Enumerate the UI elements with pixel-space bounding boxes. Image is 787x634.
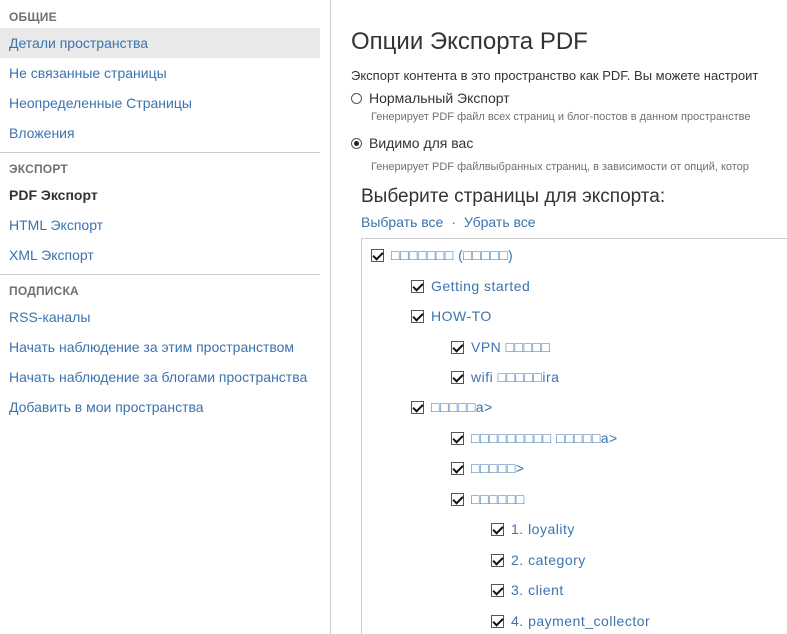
tree-item-checkbox[interactable] [451, 370, 464, 384]
sidebar-divider [330, 0, 331, 634]
space-admin-page: ОБЩИЕ Детали пространства Не связанные стр… [0, 0, 787, 634]
tree-item-link[interactable]: VPN □□□□□ [471, 339, 550, 355]
tree-item-checkbox[interactable] [451, 340, 464, 354]
link-separator: · [451, 214, 457, 230]
tree-item-link[interactable]: Getting started [431, 278, 530, 294]
tree-item-checkbox[interactable] [411, 309, 424, 323]
sidebar-item[interactable]: HTML Экспорт [0, 210, 320, 240]
tree-item: □□□□□> [451, 458, 524, 478]
tree-item: 3. client [491, 580, 564, 600]
radio-desc-normal: Генерирует PDF файл всех страниц и блог-… [371, 111, 751, 123]
select-all-link[interactable]: Выбрать все [361, 214, 443, 230]
tree-item: VPN □□□□□ [451, 337, 550, 357]
radio-desc-visible: Генерирует PDF файлвыбранных страниц, в … [371, 161, 749, 173]
sidebar-heading-general: ОБЩИЕ [9, 10, 57, 24]
sidebar-item[interactable]: Начать наблюдение за этим пространством [0, 332, 320, 362]
sidebar-separator [0, 152, 320, 153]
sidebar-item[interactable]: Неопределенные Страницы [0, 88, 320, 118]
tree-item-link[interactable]: 4. payment_collector [511, 613, 650, 629]
tree-item: □□□□□a> [411, 397, 493, 417]
radio-label-normal: Нормальный Экспорт [369, 90, 510, 106]
tree-item-link[interactable]: HOW-TO [431, 308, 492, 324]
radio-normal-export[interactable]: Нормальный Экспорт [351, 90, 510, 106]
tree-item: □□□□□□□ (□□□□□) [371, 245, 513, 265]
sidebar-item[interactable]: PDF Экспорт [0, 180, 320, 210]
tree-item: HOW-TO [411, 306, 492, 326]
select-pages-heading: Выберите страницы для экспорта: [361, 186, 666, 207]
tree-item-link[interactable]: wifi □□□□□ira [471, 369, 559, 385]
intro-text: Экспорт контента в это пространство как … [351, 68, 759, 83]
page-title: Опции Экспорта PDF [351, 28, 588, 55]
sidebar-item[interactable]: Начать наблюдение за блогами пространств… [0, 362, 320, 392]
tree-item-checkbox[interactable] [491, 522, 504, 536]
tree-item-checkbox[interactable] [411, 279, 424, 293]
tree-item-link[interactable]: □□□□□> [471, 460, 524, 476]
sidebar-item[interactable]: Вложения [0, 118, 320, 148]
sidebar-item[interactable]: Детали пространства [0, 28, 320, 58]
sidebar-heading-subscription: ПОДПИСКА [9, 284, 79, 298]
sidebar-item[interactable]: XML Экспорт [0, 240, 320, 270]
tree-item: Getting started [411, 276, 530, 296]
tree-item: □□□□□□□□□ □□□□□a> [451, 428, 618, 448]
sidebar-separator [0, 274, 320, 275]
tree-item-link[interactable]: 3. client [511, 582, 564, 598]
sidebar-item[interactable]: Не связанные страницы [0, 58, 320, 88]
tree-item-link[interactable]: 2. category [511, 552, 586, 568]
tree-item-checkbox[interactable] [451, 492, 464, 506]
sidebar: ОБЩИЕ Детали пространства Не связанные стр… [0, 0, 320, 634]
page-tree: □□□□□□□ (□□□□□) Getting started HOW-TO VPN … [361, 238, 787, 634]
sidebar-item[interactable]: RSS-каналы [0, 302, 320, 332]
tree-item-checkbox[interactable] [491, 553, 504, 567]
radio-button-visible[interactable] [351, 137, 362, 149]
tree-item-checkbox[interactable] [411, 400, 424, 414]
tree-item-checkbox[interactable] [451, 431, 464, 445]
tree-item: wifi □□□□□ira [451, 367, 559, 387]
deselect-all-link[interactable]: Убрать все [464, 214, 536, 230]
radio-button-normal[interactable] [351, 92, 362, 104]
tree-item-link[interactable]: □□□□□□□ (□□□□□) [391, 247, 513, 263]
tree-item: 4. payment_collector [491, 611, 650, 631]
tree-item-checkbox[interactable] [491, 614, 504, 628]
radio-label-visible: Видимо для вас [369, 135, 474, 151]
tree-item: 2. category [491, 550, 586, 570]
tree-item-link[interactable]: 1. loyality [511, 521, 575, 537]
sidebar-item[interactable]: Добавить в мои пространства [0, 392, 320, 422]
tree-item: □□□□□□ [451, 489, 525, 509]
select-links: Выбрать все · Убрать все [361, 214, 536, 230]
tree-item-link[interactable]: □□□□□□□□□ □□□□□a> [471, 430, 618, 446]
tree-item-checkbox[interactable] [491, 583, 504, 597]
tree-item: 1. loyality [491, 519, 575, 539]
radio-visible-export[interactable]: Видимо для вас [351, 135, 473, 151]
tree-item-link[interactable]: □□□□□a> [431, 399, 493, 415]
sidebar-heading-export: ЭКСПОРТ [9, 162, 68, 176]
main-content: Опции Экспорта PDF Экспорт контента в эт… [351, 0, 787, 634]
tree-item-link[interactable]: □□□□□□ [471, 491, 525, 507]
tree-item-checkbox[interactable] [451, 461, 464, 475]
tree-item-checkbox[interactable] [371, 248, 384, 262]
